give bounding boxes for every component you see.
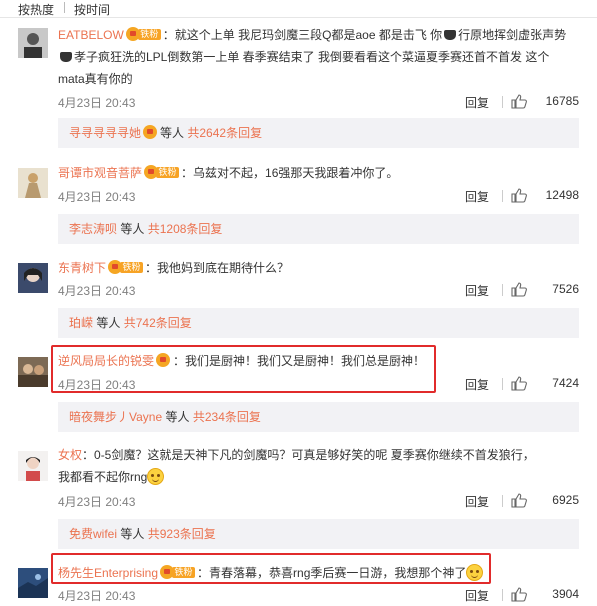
reply-button[interactable]: 回复 xyxy=(465,493,489,510)
like-count: 3904 xyxy=(552,587,579,601)
thumbs-up-icon[interactable] xyxy=(511,188,527,203)
avatar[interactable] xyxy=(18,568,48,598)
comment-text: 东青树下 铁粉 ：我他妈到底在期待什么？ xyxy=(58,260,290,275)
comment-username[interactable]: 女权 xyxy=(58,448,82,462)
meta-separator xyxy=(502,190,503,202)
avatar[interactable] xyxy=(18,263,48,293)
comment-meta: 4月23日 20:43 回复 6925 xyxy=(58,493,579,509)
reply-button[interactable]: 回复 xyxy=(465,376,489,393)
comment-meta: 4月23日 20:43 回复 7526 xyxy=(58,282,579,298)
divider xyxy=(0,17,597,18)
sub-replies-bar[interactable]: 寻寻寻寻寻她 等人 共2642条回复 xyxy=(58,118,579,148)
sub-reply-user[interactable]: 暗夜舞步丿Vayne xyxy=(69,410,162,424)
sub-replies-bar[interactable]: 暗夜舞步丿Vayne 等人 共234条回复 xyxy=(58,402,579,432)
sub-replies-bar[interactable]: 珀嵘 等人 共742条回复 xyxy=(58,308,579,338)
comment-text: EATBELOW 铁粉 ：就这个上单 我尼玛剑魔三段Q都是aoe 都是击飞 你行原地… xyxy=(58,27,567,86)
sort-by-hot-tab[interactable]: 按热度 xyxy=(18,1,54,18)
sub-reply-count-link[interactable]: 共923条回复 xyxy=(148,527,216,541)
sub-replies-bar[interactable]: 李志涛呗 等人 共1208条回复 xyxy=(58,214,579,244)
sub-reply-count-link[interactable]: 共1208条回复 xyxy=(148,222,223,236)
reply-button[interactable]: 回复 xyxy=(465,587,489,604)
sort-by-time-tab[interactable]: 按时间 xyxy=(74,1,110,18)
like-count: 7424 xyxy=(552,376,579,390)
like-count: 6925 xyxy=(552,493,579,507)
thumbs-up-icon[interactable] xyxy=(511,94,527,109)
meta-separator xyxy=(502,378,503,390)
thumbs-up-icon[interactable] xyxy=(511,493,527,508)
fan-badge-icon: 铁粉 xyxy=(144,165,180,179)
comment-time: 4月23日 20:43 xyxy=(58,96,136,110)
sub-reply-user[interactable]: 李志涛呗 xyxy=(69,222,117,236)
sub-reply-count-link[interactable]: 共234条回复 xyxy=(193,410,261,424)
comment-time: 4月23日 20:43 xyxy=(58,495,136,509)
thumbs-up-icon[interactable] xyxy=(511,282,527,297)
sub-reply-user[interactable]: 寻寻寻寻寻她 xyxy=(69,126,141,140)
meta-separator xyxy=(502,495,503,507)
meta-separator xyxy=(502,96,503,108)
sub-replies-bar[interactable]: 免费wifei 等人 共923条回复 xyxy=(58,519,579,549)
reply-button[interactable]: 回复 xyxy=(465,188,489,205)
like-count: 12498 xyxy=(545,188,579,202)
like-count: 7526 xyxy=(552,282,579,296)
thumbs-up-icon[interactable] xyxy=(511,376,527,391)
crown-icon xyxy=(444,30,457,40)
fan-badge-icon: 铁粉 xyxy=(125,27,162,41)
comment-username[interactable]: 东青树下 xyxy=(58,261,106,275)
reply-button[interactable]: 回复 xyxy=(465,94,489,111)
comment-username[interactable]: EATBELOW xyxy=(58,28,124,42)
avatar[interactable] xyxy=(18,451,48,481)
comment-text: 哥谭市观音菩萨 铁粉 ：乌兹对不起，16强那天我跟着冲你了。 xyxy=(58,165,399,180)
comment-time: 4月23日 20:43 xyxy=(58,284,136,298)
reply-button[interactable]: 回复 xyxy=(465,282,489,299)
crown-icon xyxy=(60,52,72,62)
sub-reply-user[interactable]: 珀嵘 xyxy=(69,316,93,330)
avatar[interactable] xyxy=(18,168,48,198)
comment-username[interactable]: 哥谭市观音菩萨 xyxy=(58,166,142,180)
like-count: 16785 xyxy=(545,94,579,108)
fan-badge-icon: 铁粉 xyxy=(108,260,144,274)
meta-separator xyxy=(502,589,503,601)
sort-bar: 按热度 按时间 xyxy=(0,0,597,17)
avatar[interactable] xyxy=(18,357,48,387)
sub-reply-count-link[interactable]: 共2642条回复 xyxy=(187,126,262,140)
comment-text: 女权：0-5剑魔？这就是天神下凡的剑魔吗？可真是够好笑的呢 夏季赛你继续不首发狼… xyxy=(58,448,535,485)
sub-reply-count-link[interactable]: 共742条回复 xyxy=(124,316,192,330)
thumbs-up-icon[interactable] xyxy=(511,587,527,602)
comment-time: 4月23日 20:43 xyxy=(58,589,136,603)
highlight-box xyxy=(51,345,436,393)
avatar[interactable] xyxy=(18,28,48,58)
grin-emoji-icon xyxy=(147,468,165,485)
sub-reply-user[interactable]: 免费wifei xyxy=(69,527,117,541)
comment-meta: 4月23日 20:43 回复 3904 xyxy=(58,587,579,603)
meta-separator xyxy=(502,284,503,296)
sort-separator xyxy=(64,2,65,13)
highlight-box xyxy=(51,553,491,584)
comment-time: 4月23日 20:43 xyxy=(58,190,136,204)
comment-meta: 4月23日 20:43 回复 16785 xyxy=(58,94,579,110)
fan-badge-icon xyxy=(143,125,159,139)
comment-meta: 4月23日 20:43 回复 12498 xyxy=(58,188,579,204)
